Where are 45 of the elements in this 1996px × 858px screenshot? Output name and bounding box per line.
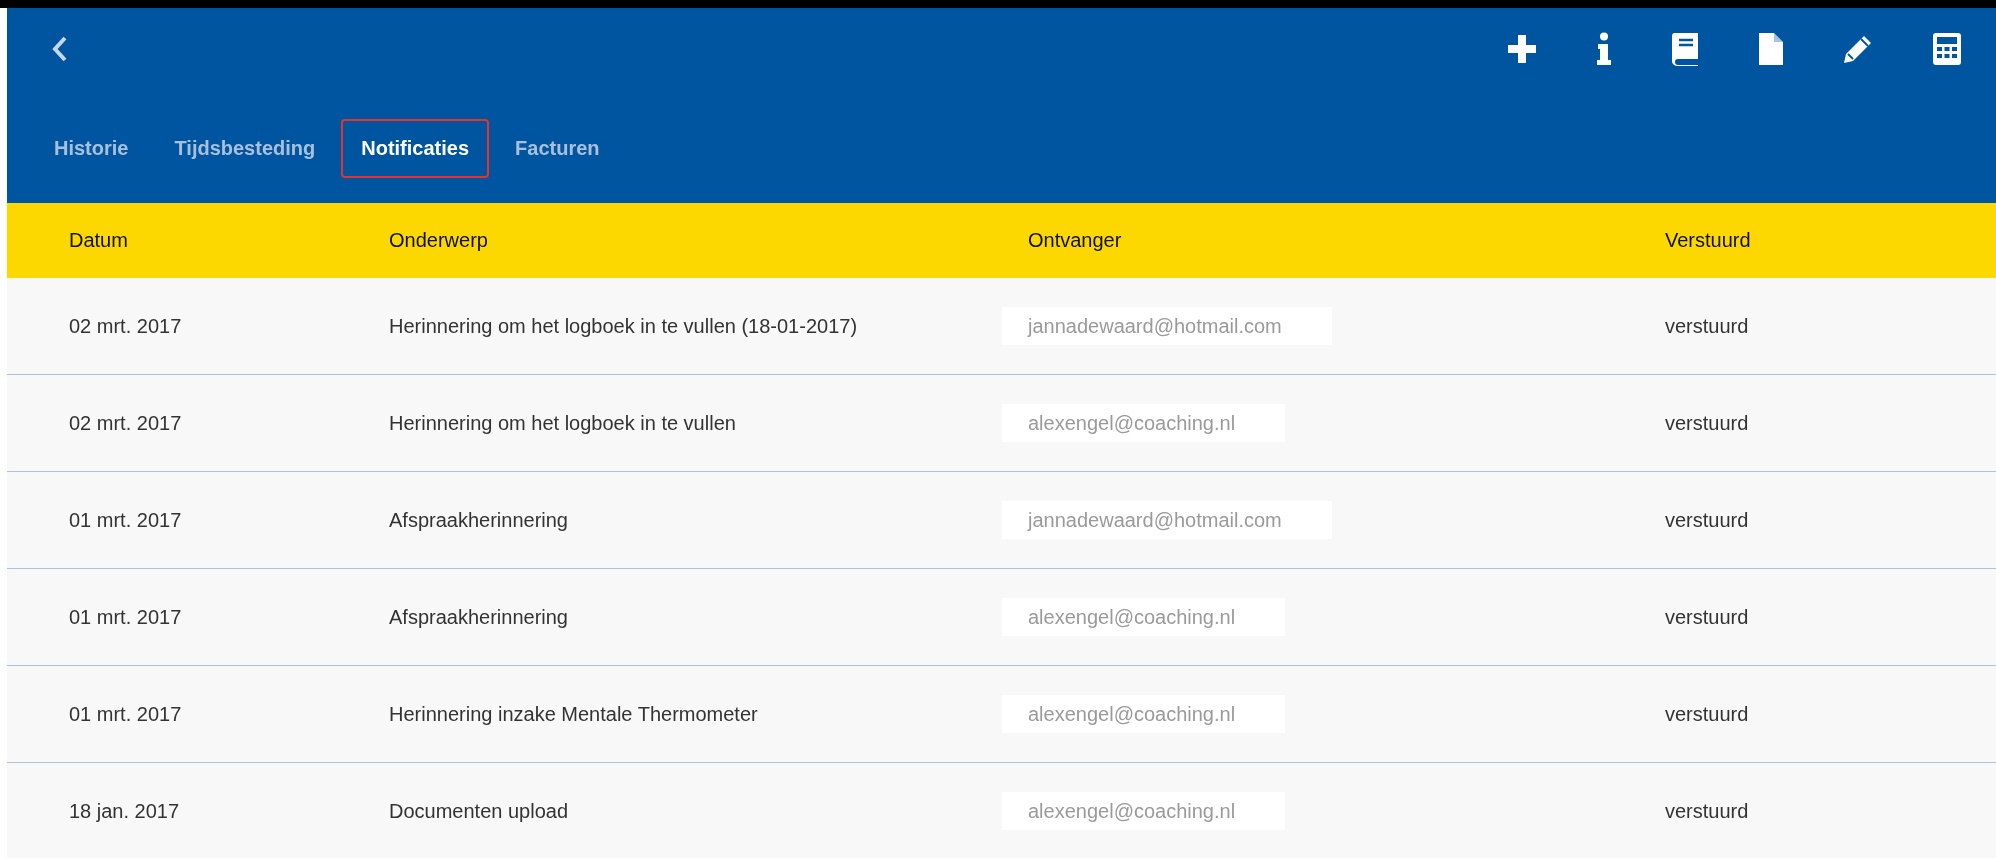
column-header: Ontvanger <box>1028 229 1122 251</box>
table-row[interactable]: 01 mrt. 2017 Afspraakherinnering jannadewaard@hotmail.com verstuurd <box>7 472 1996 569</box>
status-cell: verstuurd <box>1665 314 1749 337</box>
table-row[interactable]: 02 mrt. 2017 Herinnering om het logboek in te vullen (18-01-2017) jannadewaard@hotmail.com verstuurd <box>7 278 1996 375</box>
subject-cell: Herinnering om het logboek in te vullen <box>389 411 736 434</box>
pencil-icon[interactable] <box>1842 33 1874 65</box>
back-icon[interactable] <box>51 35 69 63</box>
date-cell: 02 mrt. 2017 <box>69 314 182 337</box>
recipient-cell: alexengel@coaching.nl <box>1002 694 1286 733</box>
status-cell: verstuurd <box>1665 411 1749 434</box>
tab[interactable]: Tijdsbesteding <box>154 118 336 178</box>
column-header: Verstuurd <box>1665 229 1751 251</box>
recipient-cell: jannadewaard@hotmail.com <box>1002 500 1332 539</box>
status-cell: verstuurd <box>1665 702 1749 725</box>
date-cell: 18 jan. 2017 <box>69 799 180 822</box>
subject-cell: Documenten upload <box>389 799 568 822</box>
tab[interactable]: Notificaties <box>341 118 490 178</box>
tab[interactable]: Historie <box>34 118 149 178</box>
recipient-cell: alexengel@coaching.nl <box>1002 791 1286 830</box>
table-row[interactable]: 01 mrt. 2017 Herinnering inzake Mentale Thermometer alexengel@coaching.nl verstuurd <box>7 666 1996 763</box>
calculator-icon[interactable] <box>1932 32 1962 66</box>
status-cell: verstuurd <box>1665 508 1749 531</box>
table-row[interactable]: 02 mrt. 2017 Herinnering om het logboek in te vullen alexengel@coaching.nl verstuurd <box>7 375 1996 472</box>
date-cell: 01 mrt. 2017 <box>69 605 182 628</box>
recipient-cell: jannadewaard@hotmail.com <box>1002 306 1332 345</box>
column-header: Onderwerp <box>389 229 488 251</box>
table-row[interactable]: 01 mrt. 2017 Afspraakherinnering alexengel@coaching.nl verstuurd <box>7 569 1996 666</box>
status-cell: verstuurd <box>1665 605 1749 628</box>
date-cell: 01 mrt. 2017 <box>69 508 182 531</box>
info-icon[interactable] <box>1596 32 1612 66</box>
tab[interactable]: Facturen <box>495 118 620 178</box>
plus-icon[interactable] <box>1506 33 1538 65</box>
book-icon[interactable] <box>1670 32 1700 66</box>
subject-cell: Afspraakherinnering <box>389 605 568 628</box>
subject-cell: Herinnering om het logboek in te vullen (18-01-2017) <box>389 314 858 337</box>
document-icon[interactable] <box>1758 32 1784 66</box>
status-cell: verstuurd <box>1665 799 1749 822</box>
subject-cell: Herinnering inzake Mentale Thermometer <box>389 702 758 725</box>
subject-cell: Afspraakherinnering <box>389 508 568 531</box>
column-header: Datum <box>69 229 128 251</box>
table-row[interactable]: 18 jan. 2017 Documenten upload alexengel@coaching.nl verstuurd <box>7 763 1996 858</box>
recipient-cell: alexengel@coaching.nl <box>1002 403 1286 442</box>
recipient-cell: alexengel@coaching.nl <box>1002 597 1286 636</box>
date-cell: 01 mrt. 2017 <box>69 702 182 725</box>
date-cell: 02 mrt. 2017 <box>69 411 182 434</box>
